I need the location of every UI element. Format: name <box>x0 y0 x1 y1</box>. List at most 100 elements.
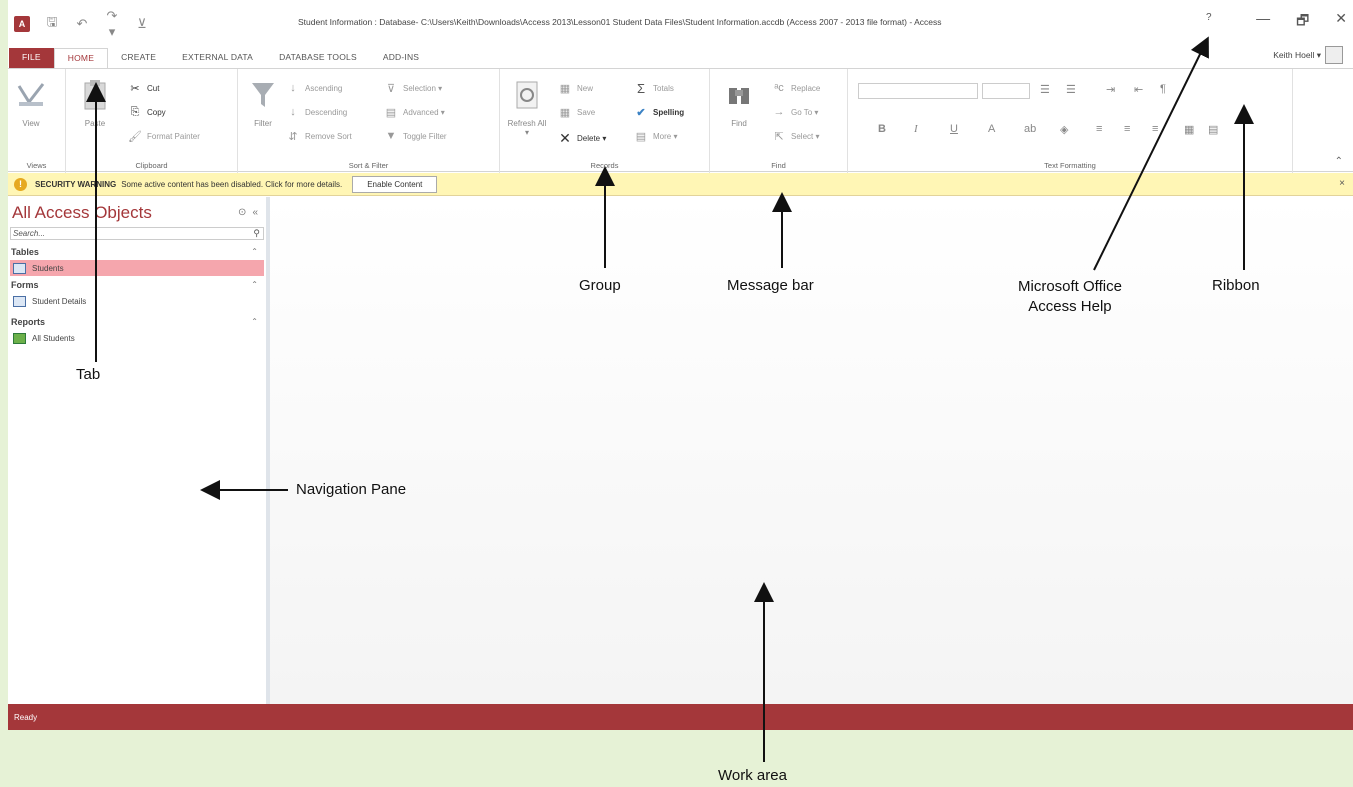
view-button[interactable]: View <box>16 77 46 128</box>
shutter-bar-icon[interactable]: « <box>252 207 258 218</box>
spelling-button[interactable]: ✔ Spelling <box>634 105 684 119</box>
descending-button[interactable]: ↓ Descending <box>286 105 347 119</box>
advanced-button[interactable]: ▤ Advanced ▾ <box>384 105 445 119</box>
paragraph-icon[interactable]: ¶ <box>1160 83 1166 95</box>
section-reports[interactable]: Reports ⌃ <box>10 315 264 329</box>
callout-work-area: Work area <box>718 767 787 784</box>
bullets-icon[interactable]: ☰ <box>1040 83 1050 96</box>
tab-create[interactable]: CREATE <box>108 48 169 68</box>
title-bar: A 🖫 ↶ ↷ ▾ ⊻ Student Information : Databa… <box>8 0 1353 44</box>
tab-database-tools[interactable]: DATABASE TOOLS <box>266 48 370 68</box>
group-clipboard: Paste ✂ Cut ⎘ Copy 🖌 Format Painter Clipboa… <box>66 69 238 173</box>
group-text-formatting: ☰ ☰ ⇥ ⇤ ¶ B I U A ab ◈ ≡ ≡ ≡ ▦ ▤ Text Fo… <box>848 69 1293 173</box>
filter-button[interactable]: Filter <box>248 77 278 128</box>
save-record-button[interactable]: ▦ Save <box>558 105 595 119</box>
enable-content-button[interactable]: Enable Content <box>352 175 438 193</box>
delete-button[interactable]: ✕ Delete ▾ <box>558 130 606 146</box>
undo-icon[interactable]: ↶ <box>74 16 90 32</box>
funnel-icon <box>248 77 278 113</box>
selection-button[interactable]: ⊽ Selection ▾ <box>384 81 442 95</box>
tab-external-data[interactable]: EXTERNAL DATA <box>169 48 266 68</box>
cut-button[interactable]: ✂ Cut <box>128 81 159 95</box>
advanced-filter-icon: ▤ <box>385 106 397 119</box>
access-logo-icon[interactable]: A <box>14 16 30 32</box>
navigation-pane: All Access Objects ⊙ « Search... ⚲ Table… <box>8 197 270 704</box>
refresh-all-button[interactable]: Refresh All ▾ <box>506 77 548 137</box>
align-center-icon[interactable]: ≡ <box>1124 123 1130 135</box>
help-button[interactable]: ? <box>1206 12 1212 23</box>
customize-qat-icon[interactable]: ⊻ <box>134 16 150 32</box>
group-label-clipboard: Clipboard <box>135 161 168 170</box>
refresh-icon <box>512 77 542 113</box>
group-records: Refresh All ▾ ▦ New ▦ Save ✕ Delete ▾ Σ Tota… <box>500 69 710 173</box>
section-tables[interactable]: Tables ⌃ <box>10 245 264 259</box>
form-icon <box>13 295 26 307</box>
collapse-ribbon-icon[interactable]: ⌃ <box>1335 156 1343 167</box>
tab-home[interactable]: HOME <box>53 48 109 68</box>
tab-add-ins[interactable]: ADD-INS <box>370 48 432 68</box>
close-button[interactable]: ✕ <box>1335 10 1347 34</box>
outdent-icon[interactable]: ⇤ <box>1134 83 1143 96</box>
numbering-icon[interactable]: ☰ <box>1066 83 1076 96</box>
more-icon: ▤ <box>635 130 647 143</box>
callout-tab: Tab <box>76 366 101 383</box>
toggle-filter-button[interactable]: ▼ Toggle Filter <box>384 129 447 143</box>
select-button[interactable]: ⇱ Select ▾ <box>772 129 819 143</box>
sigma-icon: Σ <box>636 80 646 96</box>
toggle-filter-icon: ▼ <box>385 130 397 142</box>
totals-button[interactable]: Σ Totals <box>634 80 674 96</box>
save-icon[interactable]: 🖫 <box>44 13 60 35</box>
align-left-icon[interactable]: ≡ <box>1096 123 1102 135</box>
selection-filter-icon: ⊽ <box>386 82 396 95</box>
paste-button[interactable]: Paste <box>80 77 110 128</box>
callout-navigation-pane: Navigation Pane <box>296 481 407 498</box>
copy-button[interactable]: ⎘ Copy <box>128 105 166 119</box>
font-name-select[interactable] <box>858 83 978 99</box>
align-right-icon[interactable]: ≡ <box>1152 123 1158 135</box>
work-area[interactable] <box>270 197 1353 704</box>
remove-sort-button[interactable]: ⇵ Remove Sort <box>286 129 351 143</box>
alternate-row-color-icon[interactable]: ▤ <box>1208 123 1218 136</box>
new-record-icon: ▦ <box>559 82 571 95</box>
font-size-select[interactable] <box>982 83 1030 99</box>
indent-icon[interactable]: ⇥ <box>1106 83 1115 96</box>
message-text[interactable]: Some active content has been disabled. C… <box>121 180 342 189</box>
warning-icon: ! <box>14 177 27 191</box>
underline-button[interactable]: U <box>950 123 958 135</box>
remove-sort-icon: ⇵ <box>288 130 298 143</box>
ascending-button[interactable]: ↓ Ascending <box>286 81 342 95</box>
goto-button[interactable]: → Go To ▾ <box>772 105 819 119</box>
restore-button[interactable]: 🗗 <box>1296 10 1309 34</box>
minimize-button[interactable]: — <box>1256 10 1270 34</box>
spelling-check-icon: ✔ <box>636 106 646 119</box>
table-icon <box>13 262 26 274</box>
nav-item-all-students[interactable]: All Students <box>10 330 264 346</box>
status-bar: Ready <box>8 704 1353 730</box>
new-record-button[interactable]: ▦ New <box>558 81 593 95</box>
find-button[interactable]: Find <box>724 77 754 128</box>
access-window: A 🖫 ↶ ↷ ▾ ⊻ Student Information : Databa… <box>8 0 1353 730</box>
view-icon <box>16 77 46 113</box>
chevron-down-icon[interactable]: ⊙ <box>238 207 246 218</box>
font-color-icon[interactable]: A <box>988 123 995 135</box>
tab-file[interactable]: FILE <box>9 48 54 68</box>
redo-icon[interactable]: ↷ ▾ <box>104 8 120 40</box>
highlight-icon[interactable]: ab <box>1024 123 1036 135</box>
more-button[interactable]: ▤ More ▾ <box>634 129 678 143</box>
section-forms[interactable]: Forms ⌃ <box>10 278 264 292</box>
ribbon: View Views Paste ✂ Cut ⎘ Copy 🖌 Format Pain… <box>8 68 1353 173</box>
cursor-icon: ⇱ <box>774 130 784 143</box>
fill-color-icon[interactable]: ◈ <box>1060 123 1068 136</box>
nav-pane-title[interactable]: All Access Objects <box>12 203 152 223</box>
status-text: Ready <box>14 713 38 722</box>
format-painter-button[interactable]: 🖌 Format Painter <box>128 129 200 143</box>
replace-button[interactable]: ᵃc Replace <box>772 81 820 95</box>
bold-button[interactable]: B <box>878 123 886 135</box>
nav-item-students[interactable]: Students <box>10 260 264 276</box>
nav-item-student-details[interactable]: Student Details <box>10 293 264 309</box>
group-label-records: Records <box>590 161 619 170</box>
close-icon[interactable]: × <box>1339 178 1345 189</box>
search-input[interactable]: Search... ⚲ <box>10 227 264 240</box>
italic-button[interactable]: I <box>914 123 918 135</box>
gridlines-icon[interactable]: ▦ <box>1184 123 1194 136</box>
